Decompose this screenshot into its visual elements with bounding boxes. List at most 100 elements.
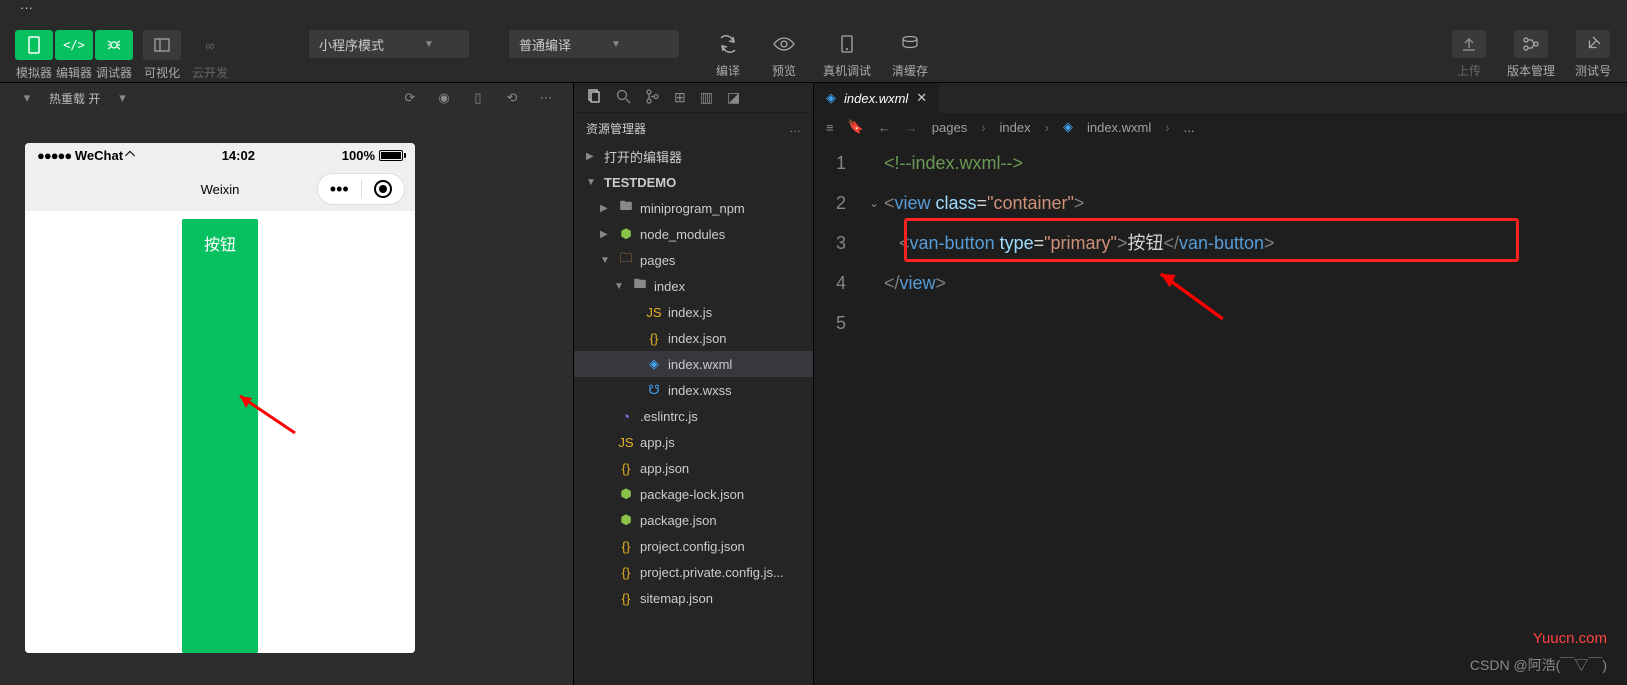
code-content[interactable]: <!--index.wxml--> <view class="container… <box>884 143 1627 343</box>
json-icon: {} <box>618 565 634 580</box>
fold-icon[interactable]: ⌄ <box>864 183 884 223</box>
rotate-icon[interactable]: ⟲ <box>500 90 524 106</box>
tree-item[interactable]: ▼🗀pages <box>574 247 813 273</box>
tab-label: index.wxml <box>844 91 908 106</box>
tab-active[interactable]: ◈ index.wxml ✕ <box>814 83 939 113</box>
editor-tabs: ◈ index.wxml ✕ <box>814 83 1627 113</box>
page-title: Weixin <box>201 182 240 197</box>
mode-select[interactable]: 小程序模式▼ <box>309 30 469 58</box>
open-editors-section[interactable]: ▶打开的编辑器 <box>574 143 813 169</box>
project-root[interactable]: ▼TESTDEMO <box>574 169 813 195</box>
git-icon[interactable] <box>645 89 660 107</box>
carrier-label: WeChat <box>75 148 123 163</box>
compile-mode-select[interactable]: 普通编译▼ <box>509 30 679 58</box>
phone-simulator: ●●●●● WeChat ⌵ 14:02 100% Weixin ••• 按钮 <box>25 143 415 653</box>
cloud-toggle[interactable]: ∞ <box>191 30 229 60</box>
debugger-toggle[interactable] <box>95 30 133 60</box>
json-icon: {} <box>646 331 662 346</box>
upload-button[interactable] <box>1452 30 1486 58</box>
simulator-label: 模拟器 <box>15 64 53 81</box>
stop-icon[interactable]: ◉ <box>432 90 456 106</box>
js-icon: JS <box>618 435 634 450</box>
ext-icon[interactable]: ⊞ <box>674 89 686 106</box>
wxml-icon: ◈ <box>1063 119 1073 135</box>
bookmark-icon[interactable]: 🔖 <box>848 119 864 135</box>
nav-bar: Weixin ••• <box>25 167 415 211</box>
panel-icon[interactable]: ▥ <box>700 89 713 106</box>
target-icon <box>374 180 392 198</box>
cloud-icon: ∞ <box>205 38 214 53</box>
simulator-panel: ▾ 热重载 开 ▾ ⟳ ◉ ▯ ⟲ ⋯ ●●●●● WeChat ⌵ 14:02… <box>0 83 574 685</box>
json-icon: {} <box>618 591 634 606</box>
capsule-close[interactable] <box>362 174 405 204</box>
tree-item[interactable]: JSapp.js <box>574 429 813 455</box>
test-button[interactable] <box>1576 30 1610 58</box>
visual-group: 可视化 <box>143 30 181 81</box>
credit: CSDN @阿浩(￣▽￣) <box>1470 655 1607 675</box>
simulator-toggle[interactable] <box>15 30 53 60</box>
watermark: Yuucn.com <box>1533 630 1607 647</box>
chevron-down-icon[interactable]: ▾ <box>110 90 134 106</box>
main-toolbar: </> 模拟器 编辑器 调试器 可视化 ∞ 云开发 小程序模式▼ 普通编译▼ 编… <box>0 18 1627 83</box>
code-editor[interactable]: 1 2 3 4 5 ⌄ <!--index.wxml--> <view clas… <box>814 141 1627 343</box>
refresh-icon[interactable]: ⟳ <box>398 90 422 106</box>
tree-item[interactable]: ▶⬢node_modules <box>574 221 813 247</box>
clear-cache-button[interactable] <box>896 30 924 58</box>
capsule-menu[interactable]: ••• <box>318 174 361 204</box>
version-button[interactable] <box>1514 30 1548 58</box>
cloud-label: 云开发 <box>191 64 229 81</box>
close-icon[interactable]: ✕ <box>916 90 927 106</box>
json-icon: {} <box>618 539 634 554</box>
tree-item[interactable]: {}project.config.json <box>574 533 813 559</box>
compile-button[interactable] <box>714 30 742 58</box>
chevron-down-icon: ▼ <box>611 39 621 50</box>
forward-icon[interactable]: → <box>905 120 918 135</box>
tree-item[interactable]: {}project.private.config.js... <box>574 559 813 585</box>
js-icon: JS <box>646 305 662 320</box>
search-icon[interactable] <box>616 89 631 107</box>
wxml-icon: ◈ <box>646 356 662 372</box>
editor-toggle[interactable]: </> <box>55 30 93 60</box>
status-bar: ●●●●● WeChat ⌵ 14:02 100% <box>25 143 415 167</box>
explorer-panel: ⊞ ▥ ◪ 资源管理器 … ▶打开的编辑器 ▼TESTDEMO ▶🖿minipr… <box>574 83 814 685</box>
battery-icon <box>379 150 403 161</box>
primary-button[interactable]: 按钮 <box>182 219 258 653</box>
wxss-icon: ☋ <box>646 382 662 398</box>
tree-item[interactable]: ▶🖿miniprogram_npm <box>574 195 813 221</box>
wxml-icon: ◈ <box>826 90 836 106</box>
menu-bar: ··· <box>0 0 1627 18</box>
files-icon[interactable] <box>586 88 602 107</box>
tree-item[interactable]: {}app.json <box>574 455 813 481</box>
cloud-group: ∞ 云开发 <box>191 30 229 81</box>
tree-item-active[interactable]: ◈index.wxml <box>574 351 813 377</box>
npm-icon: ⬢ <box>618 226 634 242</box>
remote-debug-button[interactable] <box>833 30 861 58</box>
more-icon[interactable]: ⋯ <box>534 90 558 106</box>
chevron-right-icon: ▶ <box>600 203 612 214</box>
wifi-icon: ⌵ <box>125 147 135 163</box>
preview-button[interactable] <box>770 30 798 58</box>
page-body: 按钮 <box>25 211 415 653</box>
line-numbers: 1 2 3 4 5 <box>814 143 864 343</box>
visual-toggle[interactable] <box>143 30 181 60</box>
tree-item[interactable]: {}sitemap.json <box>574 585 813 611</box>
explorer-header: 资源管理器 … <box>574 113 813 143</box>
explorer-title: 资源管理器 <box>586 120 646 137</box>
hot-reload-label[interactable]: 热重载 开 <box>49 90 100 107</box>
debugger-label: 调试器 <box>95 64 133 81</box>
clock: 14:02 <box>135 148 342 163</box>
folder-icon: 🖿 <box>618 197 634 219</box>
back-icon[interactable]: ← <box>878 120 891 135</box>
docker-icon[interactable]: ◪ <box>727 89 740 106</box>
device-icon[interactable]: ▯ <box>466 90 490 106</box>
tree-item[interactable]: ▼🖿index <box>574 273 813 299</box>
tree-item[interactable]: ⬢package.json <box>574 507 813 533</box>
tree-item[interactable]: JSindex.js <box>574 299 813 325</box>
tree-item[interactable]: {}index.json <box>574 325 813 351</box>
more-icon[interactable]: … <box>789 121 801 135</box>
tree-item[interactable]: ☋index.wxss <box>574 377 813 403</box>
tree-item[interactable]: ⬢package-lock.json <box>574 481 813 507</box>
toc-icon[interactable]: ≡ <box>826 120 834 135</box>
dropdown-icon[interactable]: ▾ <box>15 90 39 106</box>
tree-item[interactable]: ◔.eslintrc.js <box>574 403 813 429</box>
